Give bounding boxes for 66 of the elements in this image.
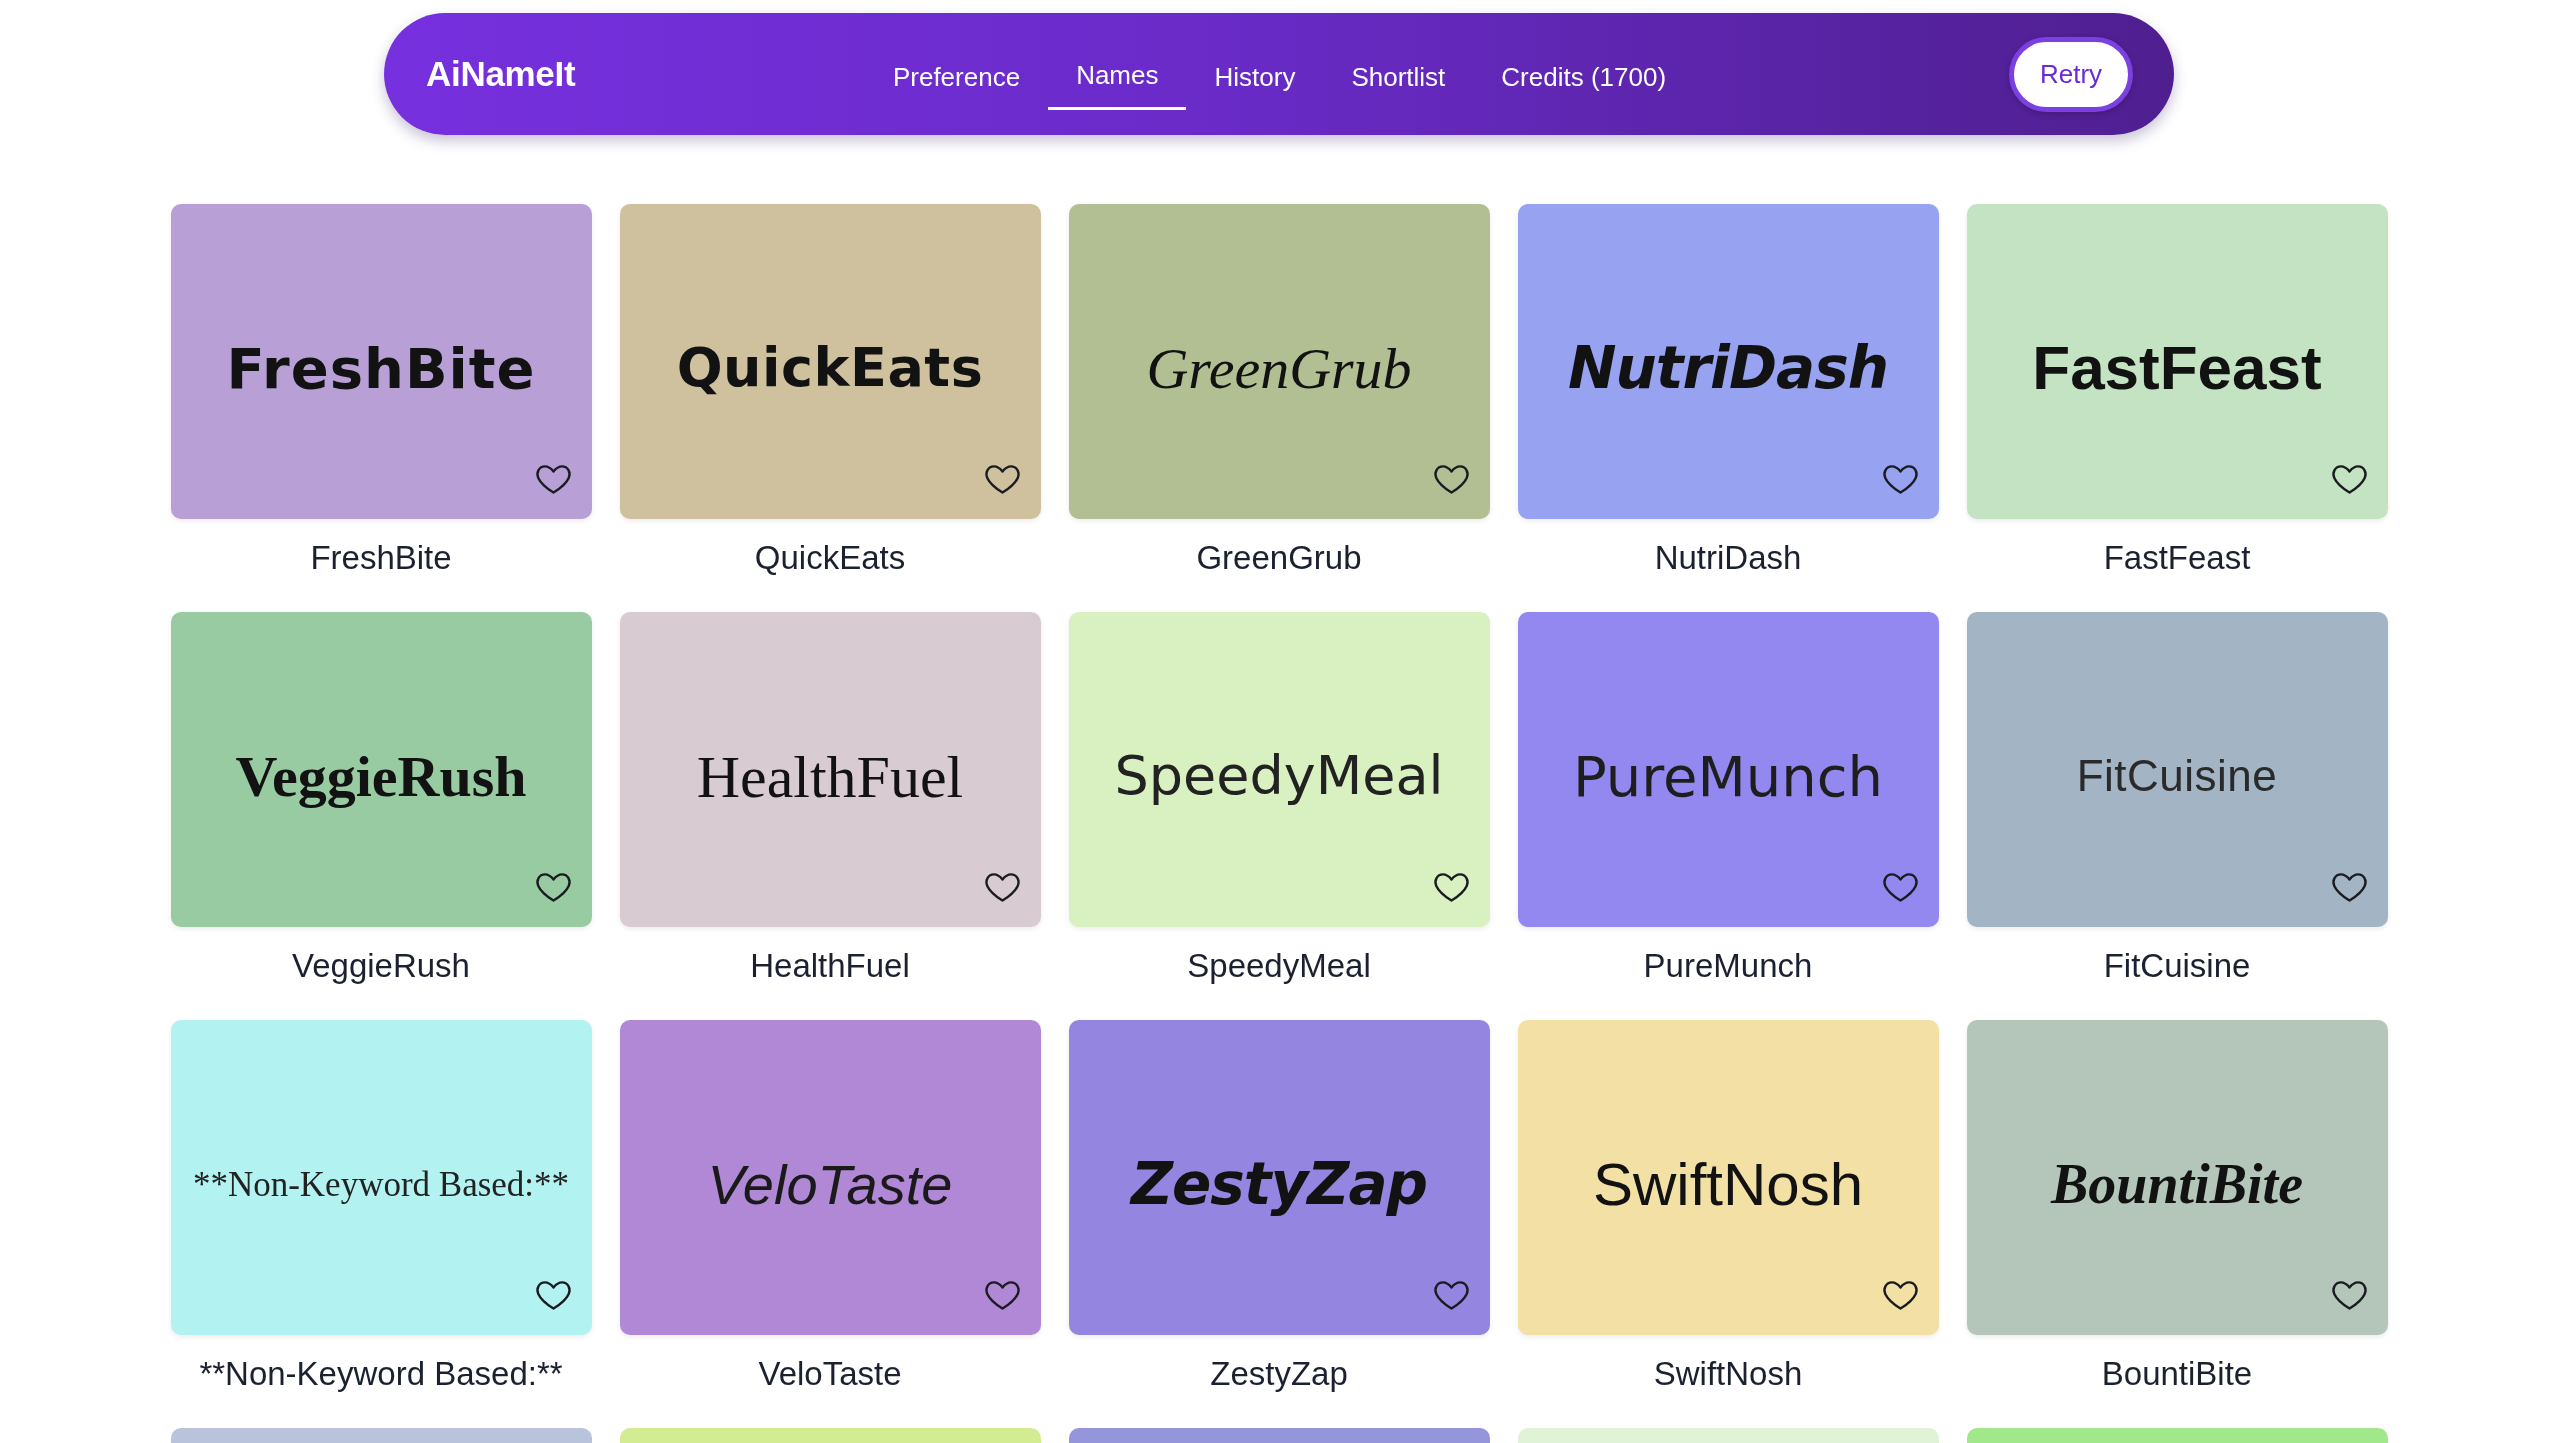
nav-tab[interactable]: Shortlist: [1323, 50, 1474, 110]
logo-card[interactable]: VeggieRush: [170, 612, 592, 927]
logo-card[interactable]: BountiBite: [1966, 1020, 2388, 1335]
name-label: NutriDash: [1654, 539, 1802, 577]
heart-icon[interactable]: [983, 465, 1021, 494]
logo-card[interactable]: FitCuisine: [1966, 612, 2388, 927]
logo-card[interactable]: SpeedyMeal: [1068, 612, 1490, 927]
name-label: FitCuisine: [2103, 947, 2251, 985]
name-label: FastFeast: [2103, 539, 2251, 577]
name-label: PureMunch: [1643, 947, 1813, 985]
heart-icon[interactable]: [1432, 465, 1470, 494]
logo-card[interactable]: VeloTaste: [619, 1020, 1041, 1335]
logo-card[interactable]: FastFeast: [1966, 204, 2388, 519]
name-wordmark: ZestyZap: [1130, 1149, 1428, 1220]
heart-icon[interactable]: [2330, 1281, 2368, 1310]
logo-card[interactable]: QuickEats: [619, 204, 1041, 519]
name-label: QuickEats: [754, 539, 906, 577]
name-label: ZestyZap: [1210, 1355, 1348, 1393]
heart-icon[interactable]: [2330, 873, 2368, 902]
name-label: BountiBite: [2101, 1355, 2253, 1393]
nav-tab[interactable]: Preference: [864, 50, 1049, 110]
logo-card[interactable]: HealthFuel: [619, 612, 1041, 927]
heart-icon[interactable]: [534, 873, 572, 902]
name-label: GreenGrub: [1196, 539, 1362, 577]
app-name[interactable]: AiNameIt: [426, 54, 576, 94]
name-wordmark: SpeedyMeal: [1114, 744, 1444, 809]
logo-card[interactable]: **Non-Keyword Based:**: [170, 1020, 592, 1335]
heart-icon[interactable]: [2330, 465, 2368, 494]
logo-card[interactable]: NutriDash: [1517, 204, 1939, 519]
name-label: VeloTaste: [758, 1355, 902, 1393]
heart-icon[interactable]: [983, 1281, 1021, 1310]
logo-card[interactable]: PureMunch: [1517, 612, 1939, 927]
name-label: SpeedyMeal: [1187, 947, 1371, 985]
heart-icon[interactable]: [1881, 873, 1919, 902]
name-wordmark: NutriDash: [1567, 333, 1889, 404]
logo-card[interactable]: FreshBite: [170, 204, 592, 519]
name-wordmark: PureMunch: [1572, 742, 1884, 811]
heart-icon[interactable]: [1881, 465, 1919, 494]
name-wordmark: FreshBite: [226, 334, 536, 403]
nav-tab[interactable]: Names: [1048, 50, 1187, 110]
logo-card[interactable]: ZestyZap: [1068, 1020, 1490, 1335]
heart-icon[interactable]: [1432, 873, 1470, 902]
nav-tab[interactable]: History: [1186, 50, 1324, 110]
name-label: HealthFuel: [750, 947, 910, 985]
logo-card[interactable]: SwiftNosh: [1517, 1020, 1939, 1335]
name-wordmark: QuickEats: [676, 336, 984, 401]
name-wordmark: BountiBite: [2050, 1151, 2304, 1217]
name-label: VeggieRush: [292, 947, 470, 985]
retry-button[interactable]: Retry: [2009, 36, 2133, 112]
name-wordmark: FastFeast: [2032, 332, 2322, 405]
name-wordmark: GreenGrub: [1146, 334, 1412, 403]
heart-icon[interactable]: [983, 873, 1021, 902]
name-wordmark: SwiftNosh: [1592, 1149, 1864, 1220]
name-label: FreshBite: [310, 539, 452, 577]
heart-icon[interactable]: [534, 1281, 572, 1310]
name-label: **Non-Keyword Based:**: [199, 1355, 563, 1393]
heart-icon[interactable]: [534, 465, 572, 494]
name-wordmark: HealthFuel: [696, 742, 964, 812]
name-wordmark: VeloTaste: [707, 1151, 953, 1218]
name-label: SwiftNosh: [1653, 1355, 1803, 1393]
heart-icon[interactable]: [1881, 1281, 1919, 1310]
logo-card[interactable]: GreenGrub: [1068, 204, 1490, 519]
nav-tab[interactable]: Credits (1700): [1473, 50, 1695, 110]
name-wordmark: **Non-Keyword Based:**: [192, 1163, 570, 1206]
name-wordmark: FitCuisine: [2076, 750, 2278, 803]
name-wordmark: VeggieRush: [235, 742, 527, 811]
